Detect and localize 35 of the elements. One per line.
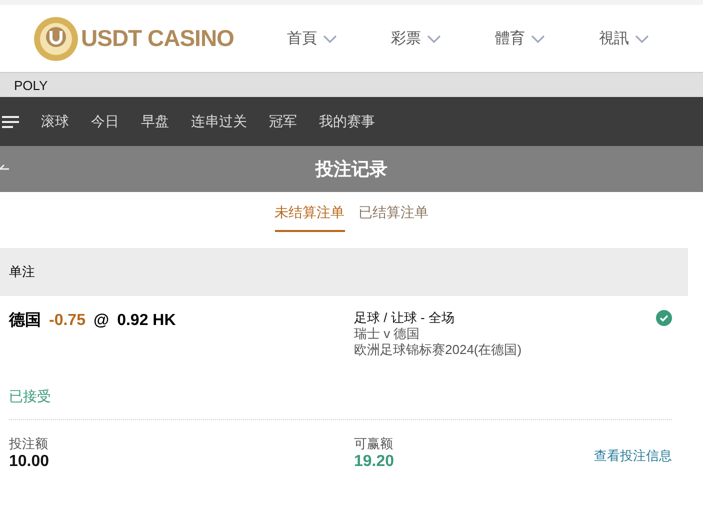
nav-tab[interactable]: 滚球 xyxy=(41,112,69,130)
chevron-down-icon xyxy=(427,34,441,42)
odds-value: 0.92 HK xyxy=(117,312,176,330)
provider-label: POLY xyxy=(14,78,48,92)
win-label: 可赢额 xyxy=(354,435,394,453)
menu-item[interactable]: 視訊 xyxy=(599,29,703,48)
chevron-down-icon xyxy=(323,34,337,42)
page-title: 投注记录 xyxy=(316,158,388,181)
league-text: 欧洲足球锦标赛2024(在德国) xyxy=(354,342,523,358)
tab[interactable]: 未结算注单 xyxy=(274,204,344,232)
match-text: 瑞士 v 德国 xyxy=(354,326,421,342)
nav-tab[interactable]: 早盘 xyxy=(141,112,169,130)
nav-tab[interactable]: 连串过关 xyxy=(191,112,247,130)
menu-item[interactable]: 首頁 xyxy=(287,29,391,48)
chevron-down-icon xyxy=(531,34,545,42)
market-text: 足球 / 让球 - 全场 xyxy=(354,310,456,326)
menu-item[interactable]: 體育 xyxy=(495,29,599,48)
nav-tab[interactable]: 冠军 xyxy=(269,112,297,130)
coin-logo-icon xyxy=(33,16,79,62)
menu-item[interactable]: 彩票 xyxy=(391,29,495,48)
menu-icon[interactable] xyxy=(2,116,19,128)
bet-details-link[interactable]: 查看投注信息 xyxy=(594,447,672,465)
bet-status: 已接受 xyxy=(9,388,51,404)
tab[interactable]: 已结算注单 xyxy=(358,204,428,232)
handicap-value: -0.75 xyxy=(49,312,86,330)
nav-tab[interactable]: 我的赛事 xyxy=(319,112,375,130)
chevron-down-icon xyxy=(635,34,649,42)
nav-tab[interactable]: 今日 xyxy=(91,112,119,130)
stake-amount: 10.00 xyxy=(9,453,50,471)
brand-name: USDT CASINO xyxy=(81,25,234,52)
win-amount: 19.20 xyxy=(354,453,394,471)
stake-label: 投注额 xyxy=(9,435,49,453)
at-sign: @ xyxy=(93,312,110,330)
section-header: 单注 xyxy=(0,248,688,296)
selection-name: 德国 xyxy=(9,310,41,331)
